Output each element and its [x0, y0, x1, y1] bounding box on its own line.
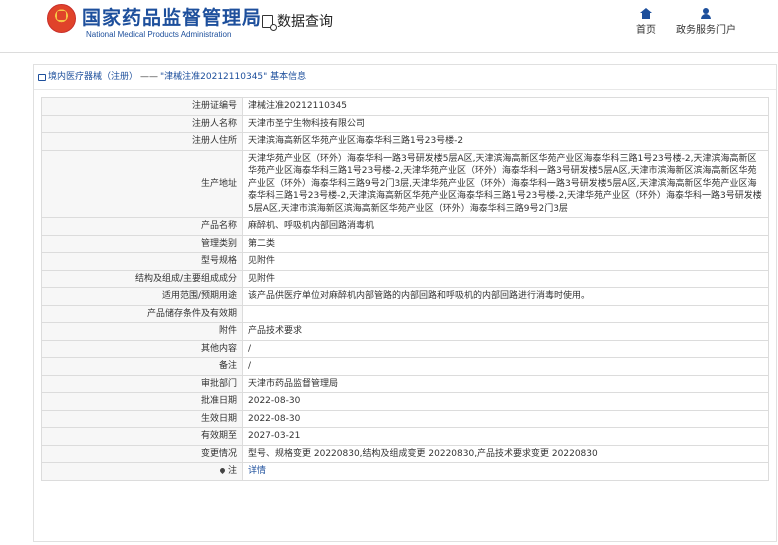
field-label: 生产地址 [41, 149, 243, 218]
user-icon [700, 8, 712, 19]
table-row: 注册证编号 津械注准20212110345 [41, 97, 769, 116]
nav-home[interactable]: 首页 [633, 8, 659, 36]
table-row: 产品储存条件及有效期 [41, 304, 769, 323]
site-logo-title[interactable]: 国家药品监督管理局 [82, 3, 262, 30]
field-label: 附件 [41, 322, 243, 341]
breadcrumb-current: "津械注准20212110345" 基本信息 [160, 72, 307, 82]
table-row: 注册人名称 天津市圣宁生物科技有限公司 [41, 114, 769, 133]
table-row: 其他内容 / [41, 339, 769, 358]
home-icon [640, 8, 652, 19]
field-label: 适用范围/预期用途 [41, 287, 243, 306]
field-value [242, 304, 769, 323]
field-value: 天津滨海高新区华苑产业区海泰华科三路1号23号楼-2 [242, 132, 769, 151]
field-value: / [242, 339, 769, 358]
site-header: 国家药品监督管理局 National Medical Products Admi… [0, 0, 778, 53]
field-value: 天津市药品监督管理局 [242, 374, 769, 393]
site-logo-subtitle: National Medical Products Administration [86, 30, 232, 39]
field-label: 批准日期 [41, 392, 243, 411]
field-label: 型号规格 [41, 252, 243, 271]
table-row: 型号规格 见附件 [41, 252, 769, 271]
field-value: 2027-03-21 [242, 427, 769, 446]
field-value: 产品技术要求 [242, 322, 769, 341]
document-icon [38, 73, 46, 81]
details-link[interactable]: 详情 [248, 466, 266, 476]
field-label: 结构及组成/主要组成成分 [41, 269, 243, 288]
field-label: 产品名称 [41, 217, 243, 236]
national-emblem-icon [47, 4, 76, 33]
field-label: 注册人住所 [41, 132, 243, 151]
field-value: 津械注准20212110345 [242, 97, 769, 116]
field-label: 有效期至 [41, 427, 243, 446]
breadcrumb-separator: —— [140, 72, 159, 82]
table-row: 注册人住所 天津滨海高新区华苑产业区海泰华科三路1号23号楼-2 [41, 132, 769, 151]
field-value: 该产品供医疗单位对麻醉机内部管路的内部回路和呼吸机的内部回路进行消毒时使用。 [242, 287, 769, 306]
table-row: 生效日期 2022-08-30 [41, 409, 769, 428]
registration-detail-table: 注册证编号 津械注准20212110345 注册人名称 天津市圣宁生物科技有限公司 注册… [41, 97, 769, 481]
table-row: 产品名称 麻醉机、呼吸机内部回路消毒机 [41, 217, 769, 236]
field-value: 第二类 [242, 234, 769, 253]
table-row: 备注 / [41, 357, 769, 376]
field-value: 天津华苑产业区（环外）海泰华科一路3号研发楼5层A区,天津滨海高新区华苑产业区海… [242, 149, 769, 218]
field-label: 备注 [41, 357, 243, 376]
table-row: 有效期至 2027-03-21 [41, 427, 769, 446]
table-row: 审批部门 天津市药品监督管理局 [41, 374, 769, 393]
field-value: 天津市圣宁生物科技有限公司 [242, 114, 769, 133]
detail-panel: 境内医疗器械（注册） —— "津械注准20212110345" 基本信息 注册证… [33, 64, 777, 542]
field-value: 型号、规格变更 20220830,结构及组成变更 20220830,产品技术要求… [242, 444, 769, 463]
field-label: 审批部门 [41, 374, 243, 393]
field-value: 2022-08-30 [242, 409, 769, 428]
table-row: 注 详情 [41, 462, 769, 481]
data-query-title: 数据查询 [262, 11, 333, 31]
field-label: 生效日期 [41, 409, 243, 428]
document-search-icon [262, 14, 277, 31]
data-query-label: 数据查询 [277, 14, 333, 30]
field-value: 见附件 [242, 269, 769, 288]
field-label: 注册人名称 [41, 114, 243, 133]
table-row: 变更情况 型号、规格变更 20220830,结构及组成变更 20220830,产品… [41, 444, 769, 463]
note-value-cell: 详情 [242, 462, 769, 481]
field-label: 产品储存条件及有效期 [41, 304, 243, 323]
pin-icon [218, 466, 227, 475]
table-row: 批准日期 2022-08-30 [41, 392, 769, 411]
table-row: 适用范围/预期用途 该产品供医疗单位对麻醉机内部管路的内部回路和呼吸机的内部回路进… [41, 287, 769, 306]
note-label: 注 [227, 466, 237, 476]
table-row: 附件 产品技术要求 [41, 322, 769, 341]
table-row: 管理类别 第二类 [41, 234, 769, 253]
table-row: 结构及组成/主要组成成分 见附件 [41, 269, 769, 288]
field-label: 注册证编号 [41, 97, 243, 116]
breadcrumb: 境内医疗器械（注册） —— "津械注准20212110345" 基本信息 [34, 65, 776, 90]
nav-service-portal[interactable]: 政务服务门户 [676, 8, 736, 36]
breadcrumb-category-link[interactable]: 境内医疗器械（注册） [48, 66, 138, 88]
nav-home-label: 首页 [636, 25, 656, 36]
field-label: 管理类别 [41, 234, 243, 253]
table-row: 生产地址 天津华苑产业区（环外）海泰华科一路3号研发楼5层A区,天津滨海高新区华苑… [41, 149, 769, 218]
field-label: 变更情况 [41, 444, 243, 463]
field-value: 见附件 [242, 252, 769, 271]
note-label-cell: 注 [41, 462, 243, 481]
field-label: 其他内容 [41, 339, 243, 358]
field-value: 2022-08-30 [242, 392, 769, 411]
nav-service-portal-label: 政务服务门户 [676, 25, 736, 36]
field-value: 麻醉机、呼吸机内部回路消毒机 [242, 217, 769, 236]
field-value: / [242, 357, 769, 376]
